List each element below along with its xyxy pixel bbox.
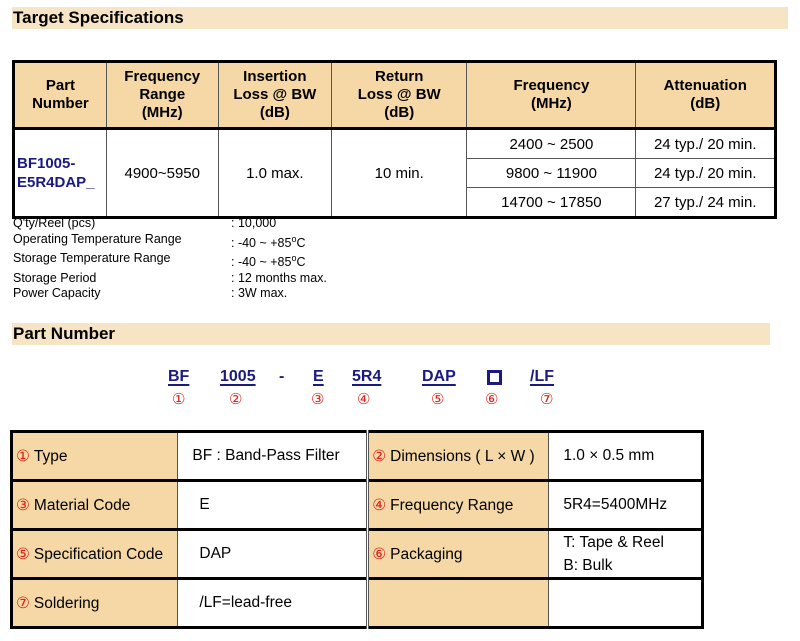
header-part-number: Part Number: [13, 61, 107, 130]
soldering-label-cell: ⑦ Soldering: [10, 578, 179, 628]
frequency-range-value-cell: 5R4=5400MHz: [548, 480, 703, 530]
empty-label-cell: [367, 578, 550, 628]
type-value-cell: BF : Band-Pass Filter: [177, 431, 370, 481]
header-attenuation: Attenuation (dB): [635, 61, 776, 130]
code-segment-dimensions: 1005: [220, 368, 256, 385]
code-segment-frequency: 5R4: [352, 368, 382, 385]
attenuation-cell: 24 typ./ 20 min.: [635, 158, 776, 188]
spec-item-storage-period: Storage Period: 12 months max.: [13, 270, 327, 285]
spec-item-storage-temp: Storage Temperature Range: -40 ~ +85oC: [13, 251, 306, 270]
target-specifications-heading: Target Specifications: [12, 7, 788, 29]
type-label-cell: ① Type: [10, 431, 179, 481]
packaging-value-cell: T: Tape & Reel B: Bulk: [548, 529, 703, 579]
attenuation-cell: 27 typ./ 24 min.: [635, 187, 776, 218]
code-separator: -: [279, 368, 285, 385]
return-loss-cell: 10 min.: [331, 128, 468, 218]
table-header-row: Part Number Frequency Range (MHz) Insertion…: [13, 61, 776, 130]
material-value-cell: E: [177, 480, 370, 530]
number-marker: ④: [357, 391, 371, 408]
table-row: ③ Material Code E ④ Frequency Range 5R4=54…: [10, 480, 703, 530]
frequency-cell: 14700 ~ 17850: [466, 187, 637, 218]
table-row: ⑤ Specification Code DAP ⑥ Packaging T: Ta…: [10, 529, 703, 579]
attenuation-cell: 24 typ./ 20 min.: [635, 128, 776, 159]
material-label-cell: ③ Material Code: [10, 480, 179, 530]
part-number-heading: Part Number: [12, 323, 770, 345]
target-specifications-table: Part Number Frequency Range (MHz) Insertion…: [12, 60, 777, 219]
packaging-placeholder-icon: [487, 370, 502, 385]
number-marker: ⑦: [540, 391, 554, 408]
table-row: ⑦ Soldering /LF=lead-free: [10, 578, 703, 628]
frequency-cell: 9800 ~ 11900: [466, 158, 637, 188]
header-frequency: Frequency (MHz): [466, 61, 637, 130]
frequency-range-label-cell: ④ Frequency Range: [367, 480, 550, 530]
header-frequency-range: Frequency Range (MHz): [105, 61, 219, 130]
header-insertion-loss: Insertion Loss @ BW (dB): [217, 61, 333, 130]
number-marker: ②: [229, 391, 243, 408]
soldering-value-cell: /LF=lead-free: [177, 578, 370, 628]
spec-code-value-cell: DAP: [177, 529, 370, 579]
part-number-code: BF 1005 - E 5R4 DAP /LF ① ② ③ ④ ⑤ ⑥ ⑦: [0, 368, 800, 408]
spec-item-power-capacity: Power Capacity: 3W max.: [13, 286, 288, 301]
number-marker: ③: [311, 391, 325, 408]
empty-value-cell: [548, 578, 703, 628]
insertion-loss-cell: 1.0 max.: [217, 128, 333, 218]
dimensions-label-cell: ② Dimensions ( L × W ): [367, 431, 550, 481]
code-segment-spec: DAP: [422, 368, 456, 385]
packaging-label-cell: ⑥ Packaging: [367, 529, 550, 579]
frequency-range-cell: 4900~5950: [105, 128, 219, 218]
code-segment-packaging: [487, 368, 502, 390]
part-number-code-table: ① Type BF : Band-Pass Filter ② Dimensions …: [10, 430, 704, 629]
number-marker: ⑥: [485, 391, 499, 408]
dimensions-value-cell: 1.0 × 0.5 mm: [548, 431, 703, 481]
table-row: BF1005- E5R4DAP_ 4900~5950 1.0 max. 10 mi…: [13, 128, 776, 218]
part-number-cell: BF1005- E5R4DAP_: [13, 128, 107, 218]
code-segment-type: BF: [168, 368, 190, 385]
table-row: ① Type BF : Band-Pass Filter ② Dimensions …: [10, 431, 703, 481]
header-return-loss: Return Loss @ BW (dB): [331, 61, 468, 130]
code-segment-soldering: /LF: [530, 368, 554, 385]
spec-item-operating-temp: Operating Temperature Range: -40 ~ +85oC: [13, 231, 306, 250]
code-segment-material: E: [313, 368, 324, 385]
number-marker: ⑤: [431, 391, 445, 408]
spec-item-qty-reel: Q'ty/Reel (pcs): 10,000: [13, 216, 277, 230]
number-marker: ①: [172, 391, 186, 408]
spec-code-label-cell: ⑤ Specification Code: [10, 529, 179, 579]
specs-list: Q'ty/Reel (pcs): 10,000 Operating Temper…: [13, 216, 327, 302]
frequency-cell: 2400 ~ 2500: [466, 128, 637, 159]
